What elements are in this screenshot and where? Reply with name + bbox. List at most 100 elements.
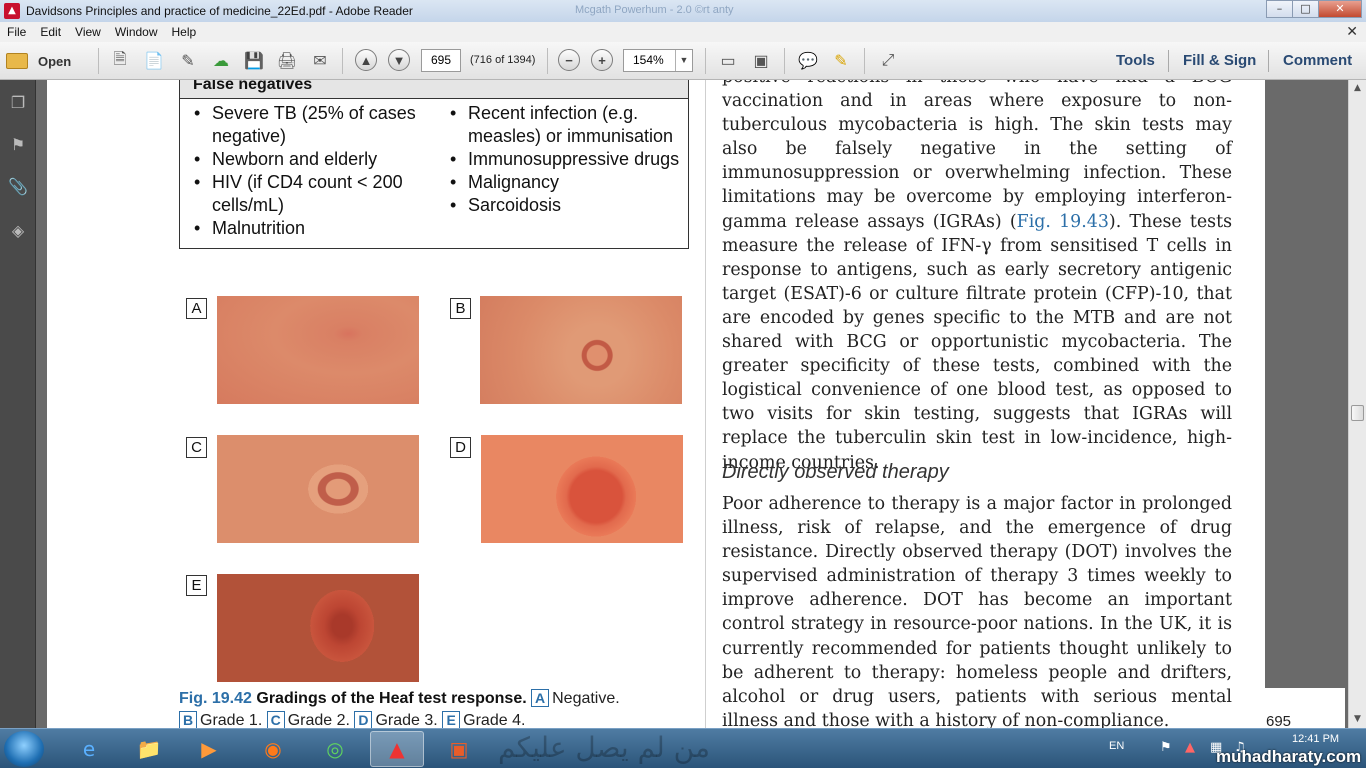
false-negatives-right-list: Recent infection (e.g. measles) or immun…: [448, 102, 688, 217]
zoom-level-input[interactable]: 154% ▼: [623, 49, 693, 72]
list-item: Malignancy: [448, 171, 688, 194]
close-document-icon[interactable]: ✕: [1346, 23, 1358, 40]
column-divider: [705, 80, 706, 728]
open-button[interactable]: Open: [6, 49, 90, 73]
caption-grade-3: Grade 3.: [375, 712, 438, 728]
zoom-out-button[interactable]: −: [558, 49, 580, 71]
section-heading: Directly observed therapy: [722, 461, 949, 483]
bookmarks-icon[interactable]: ⚑: [8, 134, 28, 154]
full-screen-icon[interactable]: ⤢: [876, 49, 900, 73]
toolbar: Open 🗎 📄 ✎ ☁ 💾 🖨 ✉ ▲ ▼ 695 (716 of 1394)…: [0, 42, 1366, 80]
caption-label-a: A: [531, 689, 550, 707]
navigation-pane: ❐ ⚑ 📎 ◈: [0, 80, 36, 728]
layers-icon[interactable]: ◈: [8, 220, 28, 240]
arabic-overlay-text: من لم يصل عليكم: [498, 731, 710, 764]
false-negatives-box: False negatives Severe TB (25% of cases …: [179, 80, 689, 249]
site-watermark: muhadharaty.com: [1216, 747, 1362, 766]
pdf-page: False negatives Severe TB (25% of cases …: [47, 80, 1265, 728]
toolbar-divider: [547, 48, 548, 74]
caption-grade-2: Grade 2.: [287, 712, 350, 728]
toolbar-divider: [784, 48, 785, 74]
body-paragraph-igra: positive reactions in those who have had…: [722, 80, 1232, 475]
adobe-reader-taskbar-icon[interactable]: ▲: [370, 731, 424, 767]
highlight-icon[interactable]: ✎: [829, 49, 853, 73]
save-icon[interactable]: 💾: [242, 49, 266, 73]
language-indicator[interactable]: EN: [1109, 740, 1124, 752]
list-item: Newborn and elderly: [192, 148, 432, 171]
page-number-input[interactable]: 695: [421, 49, 461, 72]
fill-sign-pane-button[interactable]: Fill & Sign: [1183, 52, 1256, 69]
chrome-icon[interactable]: ◎: [308, 731, 362, 767]
menu-view[interactable]: View: [68, 25, 108, 39]
caption-label-c: C: [266, 711, 285, 728]
next-page-button[interactable]: ▼: [388, 49, 410, 71]
menu-edit[interactable]: Edit: [33, 25, 68, 39]
firefox-icon[interactable]: ◉: [246, 731, 300, 767]
flag-icon[interactable]: ⚑: [1160, 740, 1172, 755]
list-item: Immunosuppressive drugs: [448, 148, 688, 171]
minimize-button[interactable]: –: [1266, 0, 1293, 18]
media-player-icon[interactable]: ▶: [182, 731, 236, 767]
close-button[interactable]: ✕: [1318, 0, 1362, 18]
comment-pane-button[interactable]: Comment: [1283, 52, 1352, 69]
menu-help[interactable]: Help: [165, 25, 204, 39]
page-thumbnails-icon[interactable]: ❐: [8, 92, 28, 112]
menu-file[interactable]: File: [0, 25, 33, 39]
system-clock[interactable]: 12:41 PM: [1292, 733, 1339, 745]
page-count-label: (716 of 1394): [470, 54, 536, 66]
zoom-dropdown-icon[interactable]: ▼: [675, 50, 692, 71]
box-heading: False negatives: [180, 80, 688, 99]
internet-explorer-icon[interactable]: e: [62, 731, 116, 767]
vertical-scrollbar[interactable]: ▲ ▼: [1348, 80, 1366, 728]
email-icon[interactable]: ✉: [308, 49, 332, 73]
toolbar-divider: [1168, 50, 1169, 72]
edit-pdf-icon[interactable]: ✎: [176, 49, 200, 73]
fit-page-icon[interactable]: ▭: [716, 49, 740, 73]
list-item: Severe TB (25% of cases negative): [192, 102, 432, 148]
scroll-down-button[interactable]: ▼: [1349, 711, 1366, 728]
figure-number: Fig. 19.42: [179, 690, 252, 707]
list-item: Malnutrition: [192, 217, 432, 240]
document-view[interactable]: False negatives Severe TB (25% of cases …: [37, 80, 1348, 728]
upload-cloud-icon[interactable]: ☁: [209, 49, 233, 73]
list-item: HIV (if CD4 count < 200 cells/mL): [192, 171, 432, 217]
heaf-plate-e-image: [217, 574, 419, 682]
list-item: Sarcoidosis: [448, 194, 688, 217]
heaf-plate-c-image: [217, 435, 419, 543]
fit-width-icon[interactable]: ▣: [749, 49, 773, 73]
scroll-thumb[interactable]: [1351, 405, 1364, 421]
print-icon[interactable]: 🖨: [275, 49, 299, 73]
windows-taskbar: e 📁 ▶ ◉ ◎ من لم يصل عليكم ▲ ▣ EN ⚑ ▲ ▦ ♫…: [0, 728, 1366, 768]
caption-negative: Negative.: [552, 690, 620, 707]
create-pdf-icon[interactable]: 🗎: [108, 49, 132, 73]
toolbar-divider: [342, 48, 343, 74]
toolbar-divider: [1268, 50, 1269, 72]
false-negatives-left-list: Severe TB (25% of cases negative) Newbor…: [192, 102, 432, 240]
previous-page-button[interactable]: ▲: [355, 49, 377, 71]
start-button[interactable]: [4, 731, 44, 767]
toolbar-divider: [864, 48, 865, 74]
figure-caption: Fig. 19.42 Gradings of the Heaf test res…: [179, 688, 699, 728]
caption-grade-1: Grade 1.: [200, 712, 263, 728]
body-paragraph-dot: Poor adherence to therapy is a major fac…: [722, 494, 1232, 728]
tools-pane-button[interactable]: Tools: [1116, 52, 1155, 69]
powerpoint-icon[interactable]: ▣: [432, 731, 486, 767]
menu-window[interactable]: Window: [108, 25, 165, 39]
list-item: Recent infection (e.g. measles) or immun…: [448, 102, 688, 148]
figure-link[interactable]: Fig. 19.43: [1017, 212, 1109, 232]
adobe-tray-icon[interactable]: ▲: [1185, 740, 1195, 755]
maximize-button[interactable]: □: [1292, 0, 1319, 18]
figure-title: Gradings of the Heaf test response.: [256, 690, 527, 707]
zoom-in-button[interactable]: +: [591, 49, 613, 71]
open-label: Open: [38, 53, 72, 69]
adobe-reader-icon: ▲: [4, 3, 20, 19]
file-explorer-icon[interactable]: 📁: [122, 731, 176, 767]
adobe-reader-window: ▲ Davidsons Principles and practice of m…: [0, 0, 1366, 768]
export-pdf-icon[interactable]: 📄: [142, 49, 166, 73]
caption-grade-4: Grade 4.: [463, 712, 526, 728]
attachments-icon[interactable]: 📎: [8, 176, 28, 196]
plate-label-b: B: [450, 298, 471, 319]
sticky-note-icon[interactable]: 💬: [796, 49, 820, 73]
scroll-up-button[interactable]: ▲: [1349, 80, 1366, 97]
caption-label-d: D: [354, 711, 373, 728]
